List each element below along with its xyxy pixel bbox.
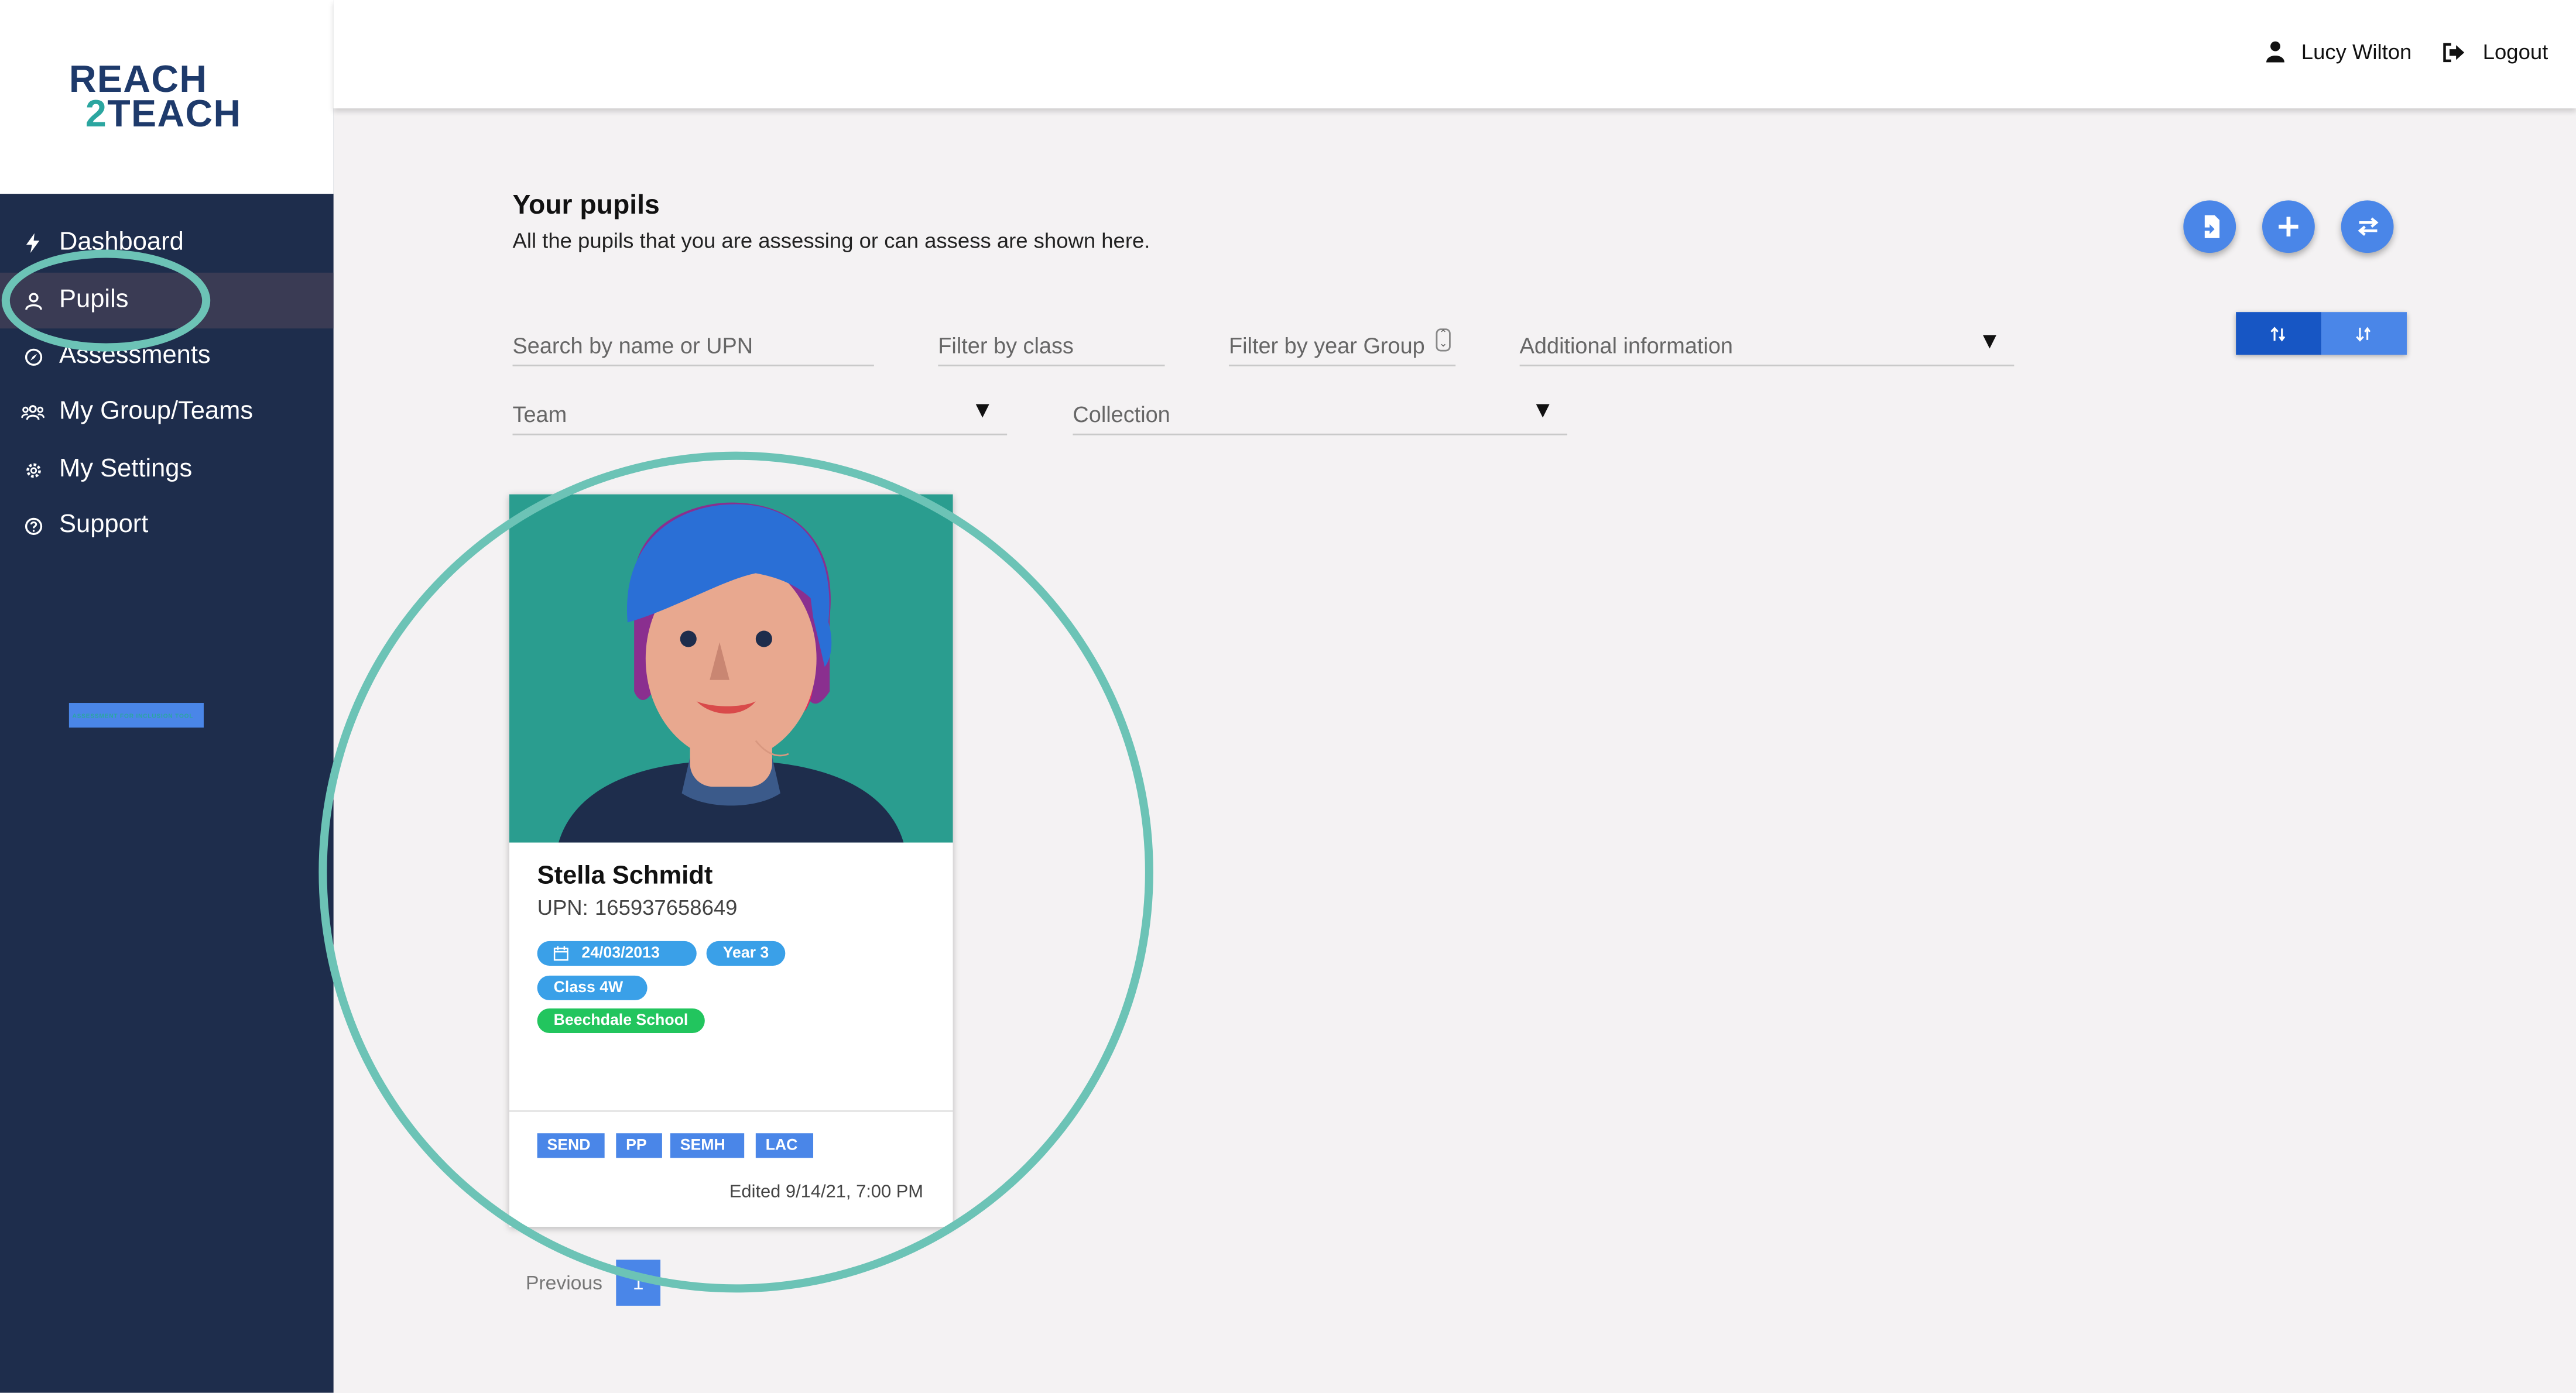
calendar-icon xyxy=(553,946,568,961)
sidebar: REACH 2TEACH ASSESSMENT FOR INCLUSION TO… xyxy=(0,0,334,1393)
dob-chip: 24/03/2013 xyxy=(537,941,697,966)
class-filter-input[interactable] xyxy=(938,333,1165,358)
sidebar-item-support[interactable]: Support xyxy=(0,498,334,553)
sidebar-item-assessments[interactable]: Assessments xyxy=(0,328,334,384)
logout-label: Logout xyxy=(2482,39,2548,64)
pupil-upn: UPN: 165937658649 xyxy=(537,895,738,919)
collection-label: Collection xyxy=(1073,402,1170,427)
pagination-page-1[interactable]: 1 xyxy=(616,1260,661,1306)
tag-send: SEND xyxy=(537,1133,605,1158)
logo-word: TEACH xyxy=(107,92,242,135)
year-filter-field: ⌃⌄ xyxy=(1228,324,1456,366)
page-title: Your pupils xyxy=(512,190,660,221)
card-divider xyxy=(509,1110,953,1112)
year-chip: Year 3 xyxy=(706,941,786,966)
gear-icon xyxy=(21,458,44,481)
caret-down-icon: ▼ xyxy=(1531,396,1554,423)
sidebar-item-my-group-teams[interactable]: My Group/Teams xyxy=(0,385,334,440)
search-input[interactable] xyxy=(512,333,874,358)
sort-toggle xyxy=(2236,312,2407,355)
sidebar-item-label: Dashboard xyxy=(59,228,184,256)
sidebar-item-label: Assessments xyxy=(59,341,211,370)
upn-value: 165937658649 xyxy=(594,895,738,920)
logo-area: REACH 2TEACH ASSESSMENT FOR INCLUSION TO… xyxy=(0,0,334,728)
logo-line-2: 2TEACH xyxy=(69,94,260,132)
team-select[interactable]: Team ▼ xyxy=(512,393,1008,435)
person-icon xyxy=(21,289,44,312)
sidebar-item-pupils[interactable]: Pupils xyxy=(0,272,334,329)
transfer-pupils-button[interactable] xyxy=(2341,200,2394,253)
logo-tagline: ASSESSMENT FOR INCLUSION TOOL xyxy=(68,703,204,728)
class-filter-field xyxy=(938,324,1165,366)
sidebar-item-label: Pupils xyxy=(59,286,129,314)
logout-button[interactable]: Logout xyxy=(2443,39,2548,64)
team-label: Team xyxy=(512,402,567,427)
tag-lac: LAC xyxy=(755,1133,814,1158)
number-stepper-icon[interactable]: ⌃ ⌄ xyxy=(1436,328,1451,352)
school-chip: Beechdale School xyxy=(537,1008,705,1034)
sidebar-item-label: Support xyxy=(59,510,149,539)
sidebar-item-my-settings[interactable]: My Settings xyxy=(0,442,334,498)
logout-icon xyxy=(2443,42,2465,61)
dob-value: 24/03/2013 xyxy=(581,944,660,963)
caret-down-icon: ▼ xyxy=(1978,327,2001,354)
tag-pp: PP xyxy=(616,1133,662,1158)
sidebar-item-label: My Settings xyxy=(59,455,193,483)
help-icon xyxy=(21,514,44,537)
reach2teach-logo[interactable]: REACH 2TEACH ASSESSMENT FOR INCLUSION TO… xyxy=(68,60,260,728)
caret-down-icon: ▼ xyxy=(971,396,994,423)
top-bar: Lucy Wilton Logout xyxy=(333,0,2576,109)
group-icon xyxy=(21,401,44,424)
tag-semh: SEMH xyxy=(670,1133,745,1158)
swap-icon xyxy=(2357,217,2378,236)
class-chip: Class 4W xyxy=(537,975,648,1000)
user-icon xyxy=(2266,41,2284,63)
collection-select[interactable]: Collection ▼ xyxy=(1073,393,1568,435)
pupil-name: Stella Schmidt xyxy=(537,862,713,890)
import-pupils-button[interactable] xyxy=(2183,200,2236,253)
file-import-icon xyxy=(2198,215,2219,238)
sort-ascending-icon xyxy=(2270,326,2286,341)
pupil-avatar xyxy=(509,494,953,843)
year-filter-input[interactable] xyxy=(1228,333,1456,358)
upn-label: UPN: xyxy=(537,895,588,920)
user-name: Lucy Wilton xyxy=(2301,39,2412,64)
sidebar-item-label: My Group/Teams xyxy=(59,397,254,426)
sidebar-item-dashboard[interactable]: Dashboard xyxy=(0,215,334,271)
logo-digit: 2 xyxy=(85,92,108,135)
search-field xyxy=(512,324,874,366)
bolt-icon xyxy=(21,232,44,255)
sort-ascending-button[interactable] xyxy=(2236,312,2322,355)
pupil-card[interactable]: Stella Schmidt UPN: 165937658649 24/03/20… xyxy=(509,494,953,1227)
add-pupil-button[interactable] xyxy=(2262,200,2315,253)
page-subtitle: All the pupils that you are assessing or… xyxy=(512,228,1150,253)
compass-icon xyxy=(21,345,44,368)
additional-info-select[interactable]: Additional information ▼ xyxy=(1519,324,2015,366)
sort-descending-button[interactable] xyxy=(2321,312,2407,355)
sort-descending-icon xyxy=(2356,326,2371,341)
additional-info-label: Additional information xyxy=(1519,333,1733,358)
edited-timestamp: Edited 9/14/21, 7:00 PM xyxy=(729,1182,924,1203)
user-menu[interactable]: Lucy Wilton xyxy=(2265,39,2411,64)
pagination-previous[interactable]: Previous xyxy=(526,1271,602,1294)
plus-icon xyxy=(2279,217,2298,237)
